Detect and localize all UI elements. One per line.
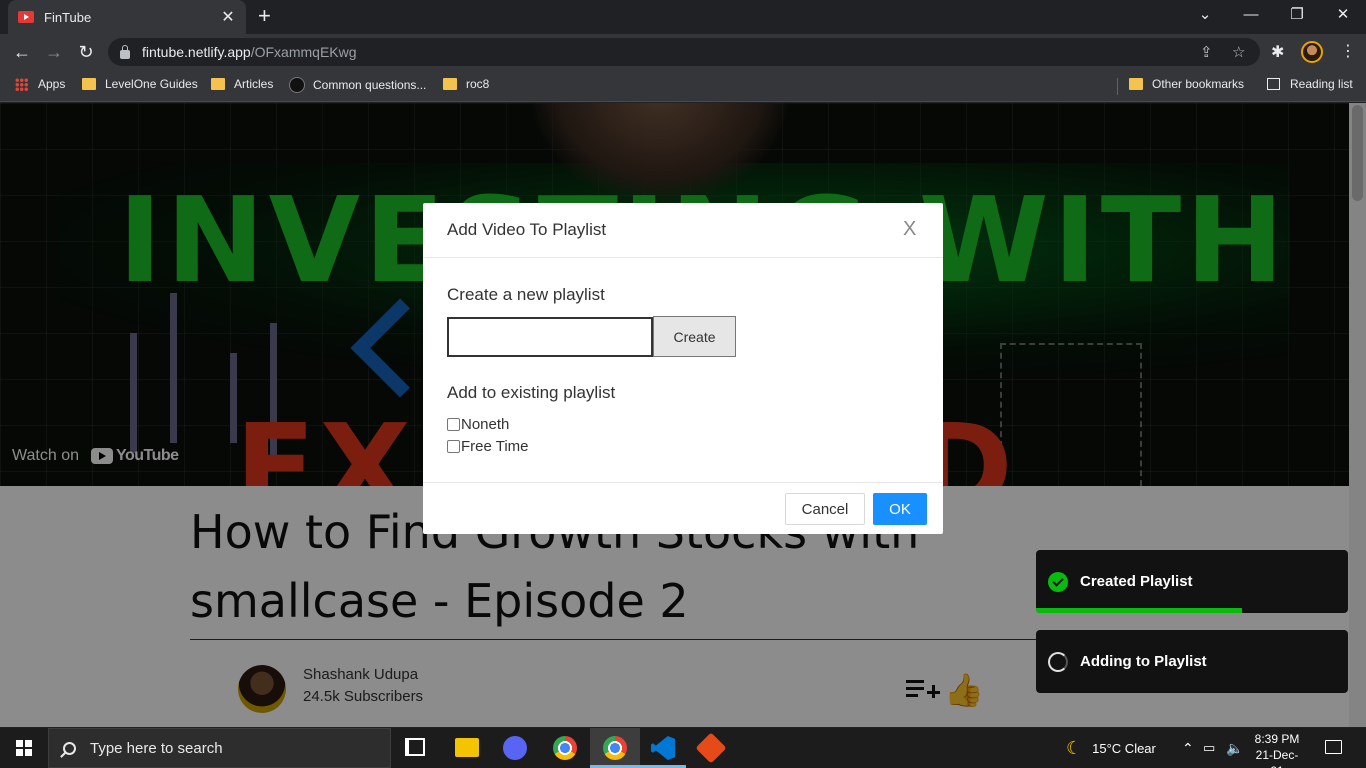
reading-list-icon	[1267, 78, 1280, 90]
bookmark-label: roc8	[466, 77, 490, 91]
spinner-icon	[1048, 651, 1068, 672]
bookmark-other[interactable]: Other bookmarks	[1129, 77, 1244, 91]
taskbar-clock[interactable]: 8:39 PM 21-Dec-21	[1251, 731, 1303, 768]
search-icon	[63, 741, 76, 755]
browser-toolbar: ← → ↻ fintube.netlify.app /OFxammqEKwg ⇪…	[0, 34, 1366, 70]
playlist-checkbox[interactable]	[447, 440, 460, 453]
lock-icon[interactable]	[120, 44, 130, 59]
reading-list[interactable]: Reading list	[1267, 77, 1353, 91]
taskbar-search-placeholder: Type here to search	[90, 739, 223, 757]
toast-text: Created Playlist	[1080, 573, 1193, 590]
apps-grid-icon	[15, 77, 28, 91]
windows-start-icon[interactable]	[16, 740, 32, 756]
url-host: fintube.netlify.app	[142, 44, 251, 60]
bookmark-label: Articles	[234, 77, 274, 91]
task-view-icon[interactable]	[405, 738, 425, 756]
add-to-playlist-modal: Add Video To Playlist X Create a new pla…	[423, 203, 943, 534]
back-icon[interactable]: ←	[10, 40, 34, 64]
tab-search-icon[interactable]: ⌄	[1182, 4, 1228, 26]
playlist-option[interactable]: Free Time	[447, 438, 529, 455]
bookmark-apps[interactable]: Apps	[15, 77, 65, 91]
minimize-icon[interactable]: —	[1228, 4, 1274, 26]
folder-icon	[1129, 78, 1143, 90]
create-playlist-button[interactable]: Create	[653, 316, 736, 357]
restore-icon[interactable]: ❐	[1274, 4, 1320, 26]
weather-text: 15°C Clear	[1092, 740, 1156, 756]
moon-icon: ☾	[1066, 737, 1083, 758]
toast-success[interactable]: Created Playlist	[1036, 550, 1348, 613]
playlist-checkbox[interactable]	[447, 418, 460, 431]
taskbar-search[interactable]: Type here to search	[48, 728, 391, 768]
tab-close-icon[interactable]: ✕	[220, 7, 236, 27]
bookmarks-divider	[1117, 78, 1118, 95]
network-icon[interactable]: ▭	[1203, 728, 1215, 768]
chrome-profile-icon[interactable]	[603, 736, 627, 760]
browser-menu-icon[interactable]: ⋮	[1340, 41, 1356, 61]
checkmark-icon	[1048, 571, 1068, 592]
chrome-icon[interactable]	[553, 736, 577, 760]
bookmark-label: Common questions...	[313, 78, 427, 92]
forward-icon[interactable]: →	[42, 40, 66, 64]
windows-taskbar: Type here to search ☾ 15°C Clear ⌃ ▭ 🔈 8…	[0, 728, 1366, 768]
folder-icon	[82, 78, 96, 90]
modal-title: Add Video To Playlist	[447, 220, 607, 239]
tab-title: FinTube	[44, 9, 92, 25]
bookmarks-bar: Apps LevelOne Guides Articles Common que…	[0, 70, 1366, 102]
cancel-button[interactable]: Cancel	[785, 493, 865, 525]
modal-close-icon[interactable]: X	[903, 217, 916, 241]
site-favicon-icon	[289, 77, 305, 93]
bookmark-roc8[interactable]: roc8	[443, 77, 489, 91]
share-icon[interactable]: ⇪	[1200, 43, 1213, 61]
notification-icon[interactable]	[1325, 740, 1342, 754]
clock-date: 21-Dec-21	[1255, 748, 1299, 768]
weather-widget[interactable]: ☾ 15°C Clear	[1066, 728, 1156, 768]
bookmark-star-icon[interactable]: ☆	[1232, 43, 1245, 61]
toast-loading[interactable]: Adding to Playlist	[1036, 630, 1348, 693]
extensions-puzzle-icon[interactable]: ✱	[1271, 42, 1284, 62]
bookmark-label: Apps	[38, 77, 66, 91]
playlist-option[interactable]: Noneth	[447, 416, 509, 433]
modal-header: Add Video To Playlist X	[423, 203, 943, 258]
bookmark-common-questions[interactable]: Common questions...	[289, 77, 426, 93]
existing-playlist-label: Add to existing playlist	[447, 383, 616, 402]
file-explorer-icon[interactable]	[455, 738, 479, 757]
toast-text: Adding to Playlist	[1080, 653, 1207, 670]
bookmark-levelone-guides[interactable]: LevelOne Guides	[82, 77, 198, 91]
folder-icon	[211, 78, 225, 90]
playlist-option-label: Noneth	[461, 416, 510, 433]
folder-icon	[443, 78, 457, 90]
profile-avatar[interactable]	[1301, 41, 1323, 63]
reload-icon[interactable]: ↻	[74, 40, 98, 64]
bookmark-label: LevelOne Guides	[105, 77, 198, 91]
browser-tab[interactable]: FinTube ✕	[8, 0, 246, 34]
modal-footer: Cancel OK	[423, 482, 943, 534]
git-icon[interactable]	[695, 732, 727, 764]
bookmark-label: Other bookmarks	[1152, 77, 1245, 91]
new-tab-icon[interactable]: +	[258, 5, 271, 27]
tray-chevron-icon[interactable]: ⌃	[1182, 728, 1194, 768]
reading-list-label: Reading list	[1290, 77, 1353, 91]
vscode-icon[interactable]	[651, 736, 675, 760]
volume-icon[interactable]: 🔈	[1226, 728, 1243, 768]
url-path: /OFxammqEKwg	[250, 44, 357, 60]
discord-icon[interactable]	[503, 736, 527, 760]
create-playlist-label: Create a new playlist	[447, 285, 605, 304]
new-playlist-input[interactable]	[447, 317, 653, 357]
address-bar[interactable]: fintube.netlify.app /OFxammqEKwg ⇪ ☆	[108, 38, 1260, 66]
window-close-icon[interactable]: ✕	[1320, 4, 1366, 26]
clock-time: 8:39 PM	[1254, 732, 1300, 746]
ok-button[interactable]: OK	[873, 493, 927, 525]
fintube-favicon-icon	[18, 11, 34, 23]
toast-progress-bar	[1036, 608, 1242, 613]
bookmark-articles[interactable]: Articles	[211, 77, 273, 91]
browser-tab-strip: FinTube ✕ + ⌄ — ❐ ✕	[0, 0, 1366, 34]
playlist-option-label: Free Time	[461, 438, 529, 455]
